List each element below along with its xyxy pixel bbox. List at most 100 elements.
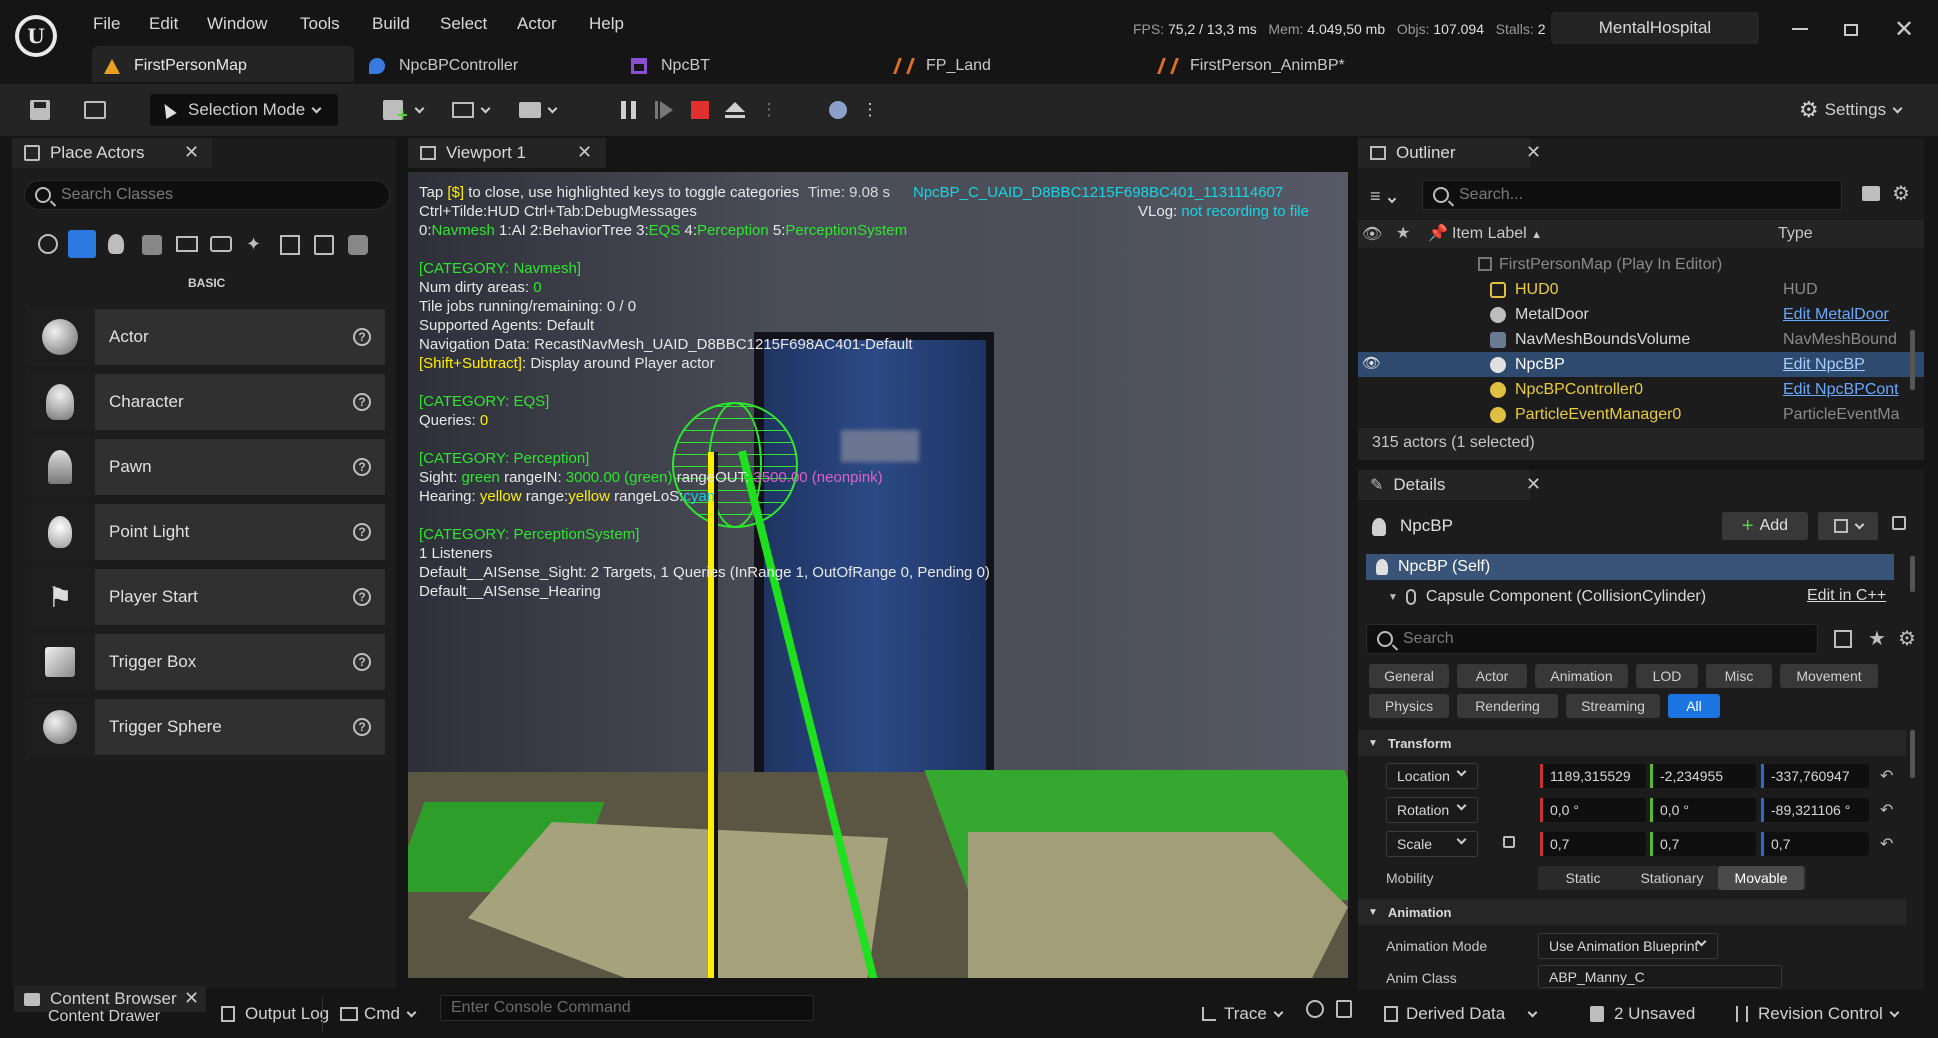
location-dropdown[interactable]: Location — [1386, 763, 1478, 789]
save-icon[interactable] — [27, 94, 53, 126]
anim-class-dropdown[interactable]: ABP_Manny_C — [1538, 965, 1782, 988]
recent-icon[interactable] — [38, 234, 58, 254]
edit-npcbp-link[interactable]: Edit NpcBP — [1783, 356, 1865, 374]
details-search-input[interactable]: Search — [1366, 624, 1818, 654]
minimize-button[interactable] — [1792, 28, 1808, 30]
restore-button[interactable] — [1844, 24, 1858, 36]
content-drawer-button[interactable]: Content Drawer — [48, 1003, 160, 1031]
help-icon[interactable]: ? — [353, 328, 371, 346]
tab-firstpersonmap[interactable]: FirstPersonMap — [104, 50, 247, 82]
close-outliner-icon[interactable]: ✕ — [1526, 142, 1541, 163]
close-window-button[interactable]: ✕ — [1894, 15, 1914, 44]
rotation-dropdown[interactable]: Rotation — [1386, 797, 1478, 823]
volumes-icon[interactable] — [280, 235, 300, 255]
basic-category-icon[interactable] — [68, 230, 96, 258]
tab-details[interactable]: ✎ Details — [1358, 470, 1530, 500]
filter-animation[interactable]: Animation — [1535, 664, 1628, 688]
visual-effects-icon[interactable] — [210, 236, 232, 252]
edit-metaldoor-link[interactable]: Edit MetalDoor — [1783, 306, 1889, 324]
console-command-input[interactable]: Enter Console Command — [440, 995, 814, 1021]
derived-data-button[interactable]: Derived Data — [1384, 1000, 1538, 1028]
scale-y-field[interactable]: 0,7 — [1650, 832, 1756, 856]
menu-help[interactable]: Help — [589, 14, 624, 34]
transform-section-header[interactable]: ▼ Transform — [1358, 730, 1906, 756]
unreal-logo-icon[interactable]: U — [15, 15, 57, 57]
tab-npcbt[interactable]: NpcBT — [631, 50, 710, 82]
add-folder-icon[interactable] — [1862, 186, 1880, 201]
menu-tools[interactable]: Tools — [300, 14, 340, 34]
add-actor-icon[interactable]: + — [380, 94, 426, 126]
record-icon[interactable] — [1306, 1000, 1324, 1018]
table-view-icon[interactable] — [1834, 630, 1852, 648]
close-details-icon[interactable]: ✕ — [1526, 474, 1541, 495]
selection-mode-dropdown[interactable]: Selection Mode — [150, 94, 338, 126]
eject-icon[interactable] — [722, 94, 748, 126]
help-icon[interactable]: ? — [353, 523, 371, 541]
pause-icon[interactable] — [617, 94, 639, 126]
more-options-icon[interactable]: ⋮ — [862, 94, 879, 126]
filter-movement[interactable]: Movement — [1780, 664, 1878, 688]
location-y-field[interactable]: -2,234955 — [1650, 764, 1756, 788]
cinematics-icon[interactable] — [514, 94, 560, 126]
filter-actor[interactable]: Actor — [1457, 664, 1527, 688]
menu-select[interactable]: Select — [440, 14, 487, 34]
details-scrollbar[interactable] — [1910, 730, 1915, 778]
mobility-stationary[interactable]: Stationary — [1626, 866, 1718, 890]
col-item-label[interactable]: Item Label ▲ — [1452, 225, 1542, 243]
add-component-button[interactable]: + Add — [1722, 512, 1808, 540]
unsaved-button[interactable]: 2 Unsaved — [1590, 1000, 1695, 1028]
filter-all[interactable]: All — [1668, 694, 1720, 718]
actor-item-actor[interactable]: Actor? — [24, 308, 386, 366]
search-classes-input[interactable]: Search Classes — [24, 180, 390, 210]
help-icon[interactable]: ? — [353, 393, 371, 411]
menu-actor[interactable]: Actor — [517, 14, 557, 34]
col-type[interactable]: Type — [1778, 225, 1813, 243]
filter-streaming[interactable]: Streaming — [1566, 694, 1660, 718]
outliner-row-map[interactable]: FirstPersonMap (Play In Editor) — [1358, 252, 1924, 277]
cmd-dropdown[interactable]: Cmd — [340, 1000, 417, 1028]
visibility-column-icon[interactable]: 👁 — [1362, 224, 1382, 244]
outliner-settings-gear-icon[interactable]: ⚙ — [1892, 181, 1910, 206]
component-self-row[interactable]: NpcBP (Self) — [1366, 554, 1894, 580]
menu-edit[interactable]: Edit — [149, 14, 178, 34]
menu-file[interactable]: File — [93, 14, 120, 34]
rotation-x-field[interactable]: 0,0 ° — [1540, 798, 1646, 822]
help-icon[interactable]: ? — [353, 588, 371, 606]
visibility-eye-icon[interactable]: 👁 — [1362, 354, 1381, 372]
filter-lod[interactable]: LOD — [1636, 664, 1698, 688]
step-icon[interactable] — [653, 94, 675, 126]
scale-lock-icon[interactable] — [1503, 836, 1515, 848]
blueprints-icon[interactable] — [447, 94, 493, 126]
favorite-column-icon[interactable]: ★ — [1396, 223, 1410, 243]
lights-icon[interactable] — [108, 234, 124, 254]
actor-item-trigger-sphere[interactable]: Trigger Sphere? — [24, 698, 386, 756]
actor-item-player-start[interactable]: ⚑ Player Start? — [24, 568, 386, 626]
filter-general[interactable]: General — [1369, 664, 1449, 688]
blueprint-options-button[interactable] — [1818, 512, 1878, 540]
actor-item-pawn[interactable]: Pawn? — [24, 438, 386, 496]
outliner-row-particleeventmanager[interactable]: ParticleEventManager0 ParticleEventMa — [1358, 402, 1924, 427]
help-icon[interactable]: ? — [353, 718, 371, 736]
menu-build[interactable]: Build — [372, 14, 410, 34]
shapes-icon[interactable] — [142, 235, 162, 255]
mobility-movable[interactable]: Movable — [1718, 866, 1804, 890]
tab-firstperson-animbp[interactable]: FirstPerson_AnimBP* — [1157, 50, 1345, 82]
outliner-row-npcbpcontroller[interactable]: NpcBPController0 Edit NpcBPCont — [1358, 377, 1924, 402]
help-icon[interactable]: ? — [353, 653, 371, 671]
pin-column-icon[interactable]: 📌 — [1428, 223, 1448, 243]
lock-icon[interactable] — [1892, 516, 1906, 530]
level-viewport[interactable]: Tap [$] to close, use highlighted keys t… — [408, 172, 1348, 978]
outliner-row-hud0[interactable]: HUD0 HUD — [1358, 277, 1924, 302]
close-place-actors-icon[interactable]: ✕ — [184, 142, 199, 163]
edit-in-cpp-link[interactable]: Edit in C++ — [1807, 587, 1886, 605]
outliner-row-navmesh[interactable]: NavMeshBoundsVolume NavMeshBound — [1358, 327, 1924, 352]
location-x-field[interactable]: 1189,315529 — [1540, 764, 1646, 788]
reset-scale-icon[interactable]: ↶ — [1880, 834, 1893, 854]
filter-misc[interactable]: Misc — [1706, 664, 1772, 688]
reset-rotation-icon[interactable]: ↶ — [1880, 800, 1893, 820]
actor-item-point-light[interactable]: Point Light? — [24, 503, 386, 561]
filter-icon[interactable]: ≡ — [1370, 186, 1396, 207]
scale-dropdown[interactable]: Scale — [1386, 831, 1478, 857]
geometry-icon[interactable]: ✦ — [246, 234, 261, 255]
extra-icon[interactable] — [348, 235, 368, 255]
